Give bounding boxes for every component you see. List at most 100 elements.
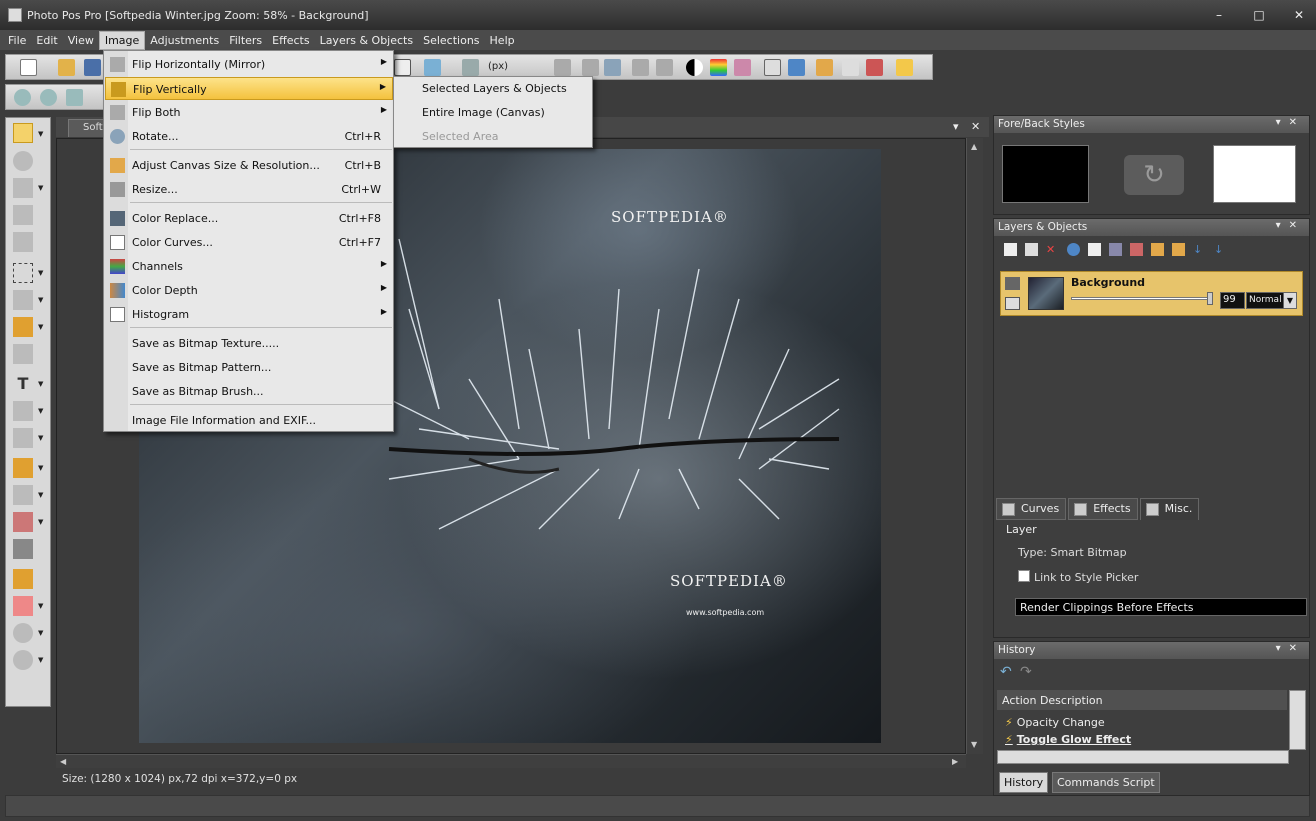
redo-icon[interactable]: ↷ bbox=[1020, 664, 1032, 680]
submenu-item-entire-image[interactable]: Entire Image (Canvas) bbox=[422, 106, 545, 119]
hand-tool-icon[interactable] bbox=[13, 123, 33, 143]
menu-effects[interactable]: Effects bbox=[267, 32, 314, 49]
scroll-up-icon[interactable]: ▲ bbox=[971, 142, 977, 151]
undo-icon[interactable]: ↶ bbox=[1000, 664, 1012, 680]
layer-info-icon[interactable] bbox=[1067, 243, 1080, 256]
open-folder-icon[interactable] bbox=[58, 59, 75, 76]
fill-tool-icon[interactable] bbox=[13, 458, 33, 478]
document-menu-icon[interactable]: ▾ bbox=[953, 120, 959, 133]
healing-tool-icon[interactable] bbox=[13, 596, 33, 616]
menu-image[interactable]: Image bbox=[98, 30, 146, 50]
image-icon[interactable] bbox=[424, 59, 441, 76]
straighten-tool-icon[interactable] bbox=[13, 232, 33, 252]
flip-left-icon[interactable] bbox=[632, 59, 649, 76]
menu-item-flip-vertical[interactable]: Flip Vertically ▶ bbox=[105, 77, 393, 100]
link-style-checkbox[interactable] bbox=[1018, 570, 1030, 582]
rotate-tool-icon[interactable] bbox=[604, 59, 621, 76]
menu-filters[interactable]: Filters bbox=[224, 32, 267, 49]
panel-controls[interactable]: ▾✕ bbox=[1276, 643, 1305, 654]
text-tool-icon[interactable]: T bbox=[13, 374, 33, 394]
menu-item-resize[interactable]: Resize... Ctrl+W bbox=[105, 178, 393, 201]
red-eye-tool-icon[interactable] bbox=[13, 623, 33, 643]
zoom-in-icon[interactable] bbox=[14, 89, 31, 106]
scroll-down-icon[interactable]: ▼ bbox=[971, 740, 977, 749]
history-row[interactable]: ⚡ Opacity Change bbox=[1005, 716, 1105, 729]
skew-icon[interactable] bbox=[582, 59, 599, 76]
minimize-button[interactable]: – bbox=[1208, 6, 1230, 24]
menu-layers-objects[interactable]: Layers & Objects bbox=[315, 32, 419, 49]
menu-item-save-texture[interactable]: Save as Bitmap Texture..... bbox=[105, 332, 393, 355]
transform-tool-icon[interactable] bbox=[13, 344, 33, 364]
lightning-icon[interactable] bbox=[896, 59, 913, 76]
ungroup-icon[interactable] bbox=[1172, 243, 1185, 256]
zoom-fit-icon[interactable] bbox=[66, 89, 83, 106]
history-horizontal-scrollbar[interactable] bbox=[997, 750, 1289, 764]
panel-controls[interactable]: ▾✕ bbox=[1276, 117, 1305, 128]
menu-adjustments[interactable]: Adjustments bbox=[145, 32, 224, 49]
menu-item-color-replace[interactable]: Color Replace... Ctrl+F8 bbox=[105, 207, 393, 230]
save-icon[interactable] bbox=[84, 59, 101, 76]
document-close-icon[interactable]: ✕ bbox=[971, 120, 980, 133]
tab-curves[interactable]: Curves bbox=[996, 498, 1067, 520]
flip-right-icon[interactable] bbox=[656, 59, 673, 76]
color-balance-icon[interactable] bbox=[710, 59, 727, 76]
menu-item-color-depth[interactable]: Color Depth ▶ bbox=[105, 279, 393, 302]
eyedropper-tool-icon[interactable] bbox=[13, 539, 33, 559]
move-down-icon[interactable]: ↓ bbox=[1193, 243, 1206, 256]
menu-selections[interactable]: Selections bbox=[418, 32, 484, 49]
menu-item-rotate[interactable]: Rotate... Ctrl+R bbox=[105, 125, 393, 148]
duplicate-layer-icon[interactable] bbox=[1025, 243, 1038, 256]
eraser-tool-icon[interactable] bbox=[13, 512, 33, 532]
close-button[interactable]: ✕ bbox=[1288, 6, 1310, 24]
menu-item-canvas-size[interactable]: Adjust Canvas Size & Resolution... Ctrl+B bbox=[105, 154, 393, 177]
merge-icon[interactable] bbox=[1109, 243, 1122, 256]
delete-layer-icon[interactable]: ✕ bbox=[1046, 243, 1059, 256]
menu-item-file-info[interactable]: Image File Information and EXIF... bbox=[105, 409, 393, 432]
menu-item-channels[interactable]: Channels ▶ bbox=[105, 255, 393, 278]
channels-tool-icon[interactable] bbox=[734, 59, 751, 76]
vertical-scrollbar[interactable]: ▲ ▼ bbox=[966, 138, 983, 754]
grid-icon[interactable] bbox=[394, 59, 411, 76]
lock-icon[interactable] bbox=[1005, 297, 1020, 310]
pen-tool-icon[interactable] bbox=[13, 317, 33, 337]
blend-mode-select[interactable]: Normal bbox=[1246, 292, 1284, 309]
chevron-down-icon[interactable]: ▼ bbox=[1283, 292, 1297, 309]
history-vertical-scrollbar[interactable] bbox=[1289, 690, 1306, 750]
crop-tool-icon[interactable] bbox=[13, 205, 33, 225]
shape-tool-icon[interactable] bbox=[13, 401, 33, 421]
menu-help[interactable]: Help bbox=[485, 32, 520, 49]
move-up-icon[interactable]: ↓ bbox=[1214, 243, 1227, 256]
scroll-left-icon[interactable]: ◀ bbox=[60, 757, 66, 766]
menu-item-color-curves[interactable]: Color Curves... Ctrl+F7 bbox=[105, 231, 393, 254]
background-swatch[interactable] bbox=[1213, 145, 1296, 203]
blue-drop-icon[interactable] bbox=[788, 59, 805, 76]
landscape-icon[interactable] bbox=[816, 59, 833, 76]
tab-misc[interactable]: Misc. bbox=[1139, 498, 1200, 520]
menu-item-save-pattern[interactable]: Save as Bitmap Pattern... bbox=[105, 356, 393, 379]
history-row[interactable]: ⚡ Toggle Glow Effect bbox=[1005, 733, 1131, 746]
panel-controls[interactable]: ▾✕ bbox=[1276, 220, 1305, 231]
brush-tool-icon[interactable] bbox=[13, 485, 33, 505]
opacity-input[interactable]: 99 bbox=[1220, 292, 1245, 309]
tab-commands-script[interactable]: Commands Script bbox=[1052, 772, 1160, 793]
horizontal-scrollbar[interactable]: ◀ ▶ bbox=[56, 754, 966, 768]
magic-wand-icon[interactable] bbox=[13, 290, 33, 310]
selection-tool-icon[interactable] bbox=[13, 263, 33, 283]
opacity-slider[interactable] bbox=[1071, 297, 1213, 300]
foreground-swatch[interactable] bbox=[1002, 145, 1089, 203]
perspective-icon[interactable] bbox=[554, 59, 571, 76]
red-photo-icon[interactable] bbox=[866, 59, 883, 76]
unit-selector[interactable]: (px) bbox=[488, 61, 508, 72]
menu-item-flip-both[interactable]: Flip Both ▶ bbox=[105, 101, 393, 124]
menu-view[interactable]: View bbox=[63, 32, 99, 49]
render-clippings-field[interactable]: Render Clippings Before Effects bbox=[1015, 598, 1307, 616]
opacity-slider-handle[interactable] bbox=[1207, 292, 1213, 305]
submenu-item-selected-layers[interactable]: Selected Layers & Objects bbox=[422, 82, 567, 95]
eye-icon[interactable] bbox=[1005, 277, 1020, 290]
add-object-icon[interactable] bbox=[1088, 243, 1101, 256]
menu-item-histogram[interactable]: Histogram ▶ bbox=[105, 303, 393, 326]
stamp-tool-icon[interactable] bbox=[13, 569, 33, 589]
new-file-icon[interactable] bbox=[20, 59, 37, 76]
menu-item-flip-horizontal[interactable]: Flip Horizontally (Mirror) ▶ bbox=[105, 53, 393, 76]
line-tool-icon[interactable] bbox=[13, 428, 33, 448]
